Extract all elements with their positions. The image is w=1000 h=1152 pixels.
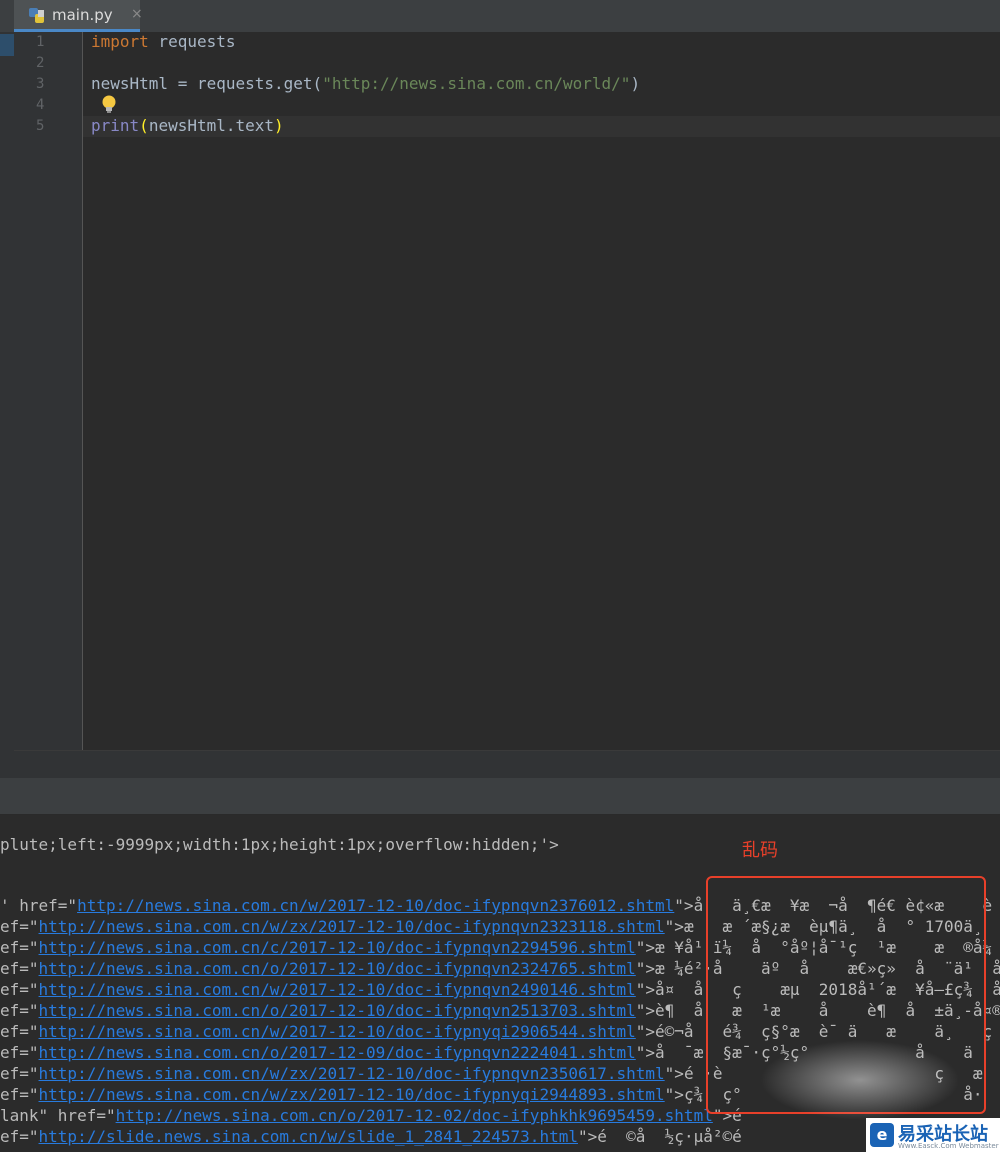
- watermark: e 易采站长站 Www.Easck.Com Webmaster: [866, 1118, 1000, 1152]
- close-paren: ): [630, 74, 641, 93]
- tool-window-strip: [0, 32, 14, 778]
- url-string: "http://news.sina.com.cn/world/": [322, 74, 631, 93]
- annotation-label: 乱码: [742, 840, 778, 861]
- console-link[interactable]: http://news.sina.com.cn/w/2017-12-10/doc…: [39, 980, 636, 999]
- console-line: ef="http://slide.news.sina.com.cn/w/slid…: [0, 1127, 742, 1146]
- editor-tab-bar: main.py ×: [0, 0, 1000, 33]
- line-number: 1: [36, 34, 45, 50]
- console-link[interactable]: http://news.sina.com.cn/w/zx/2017-12-10/…: [39, 1085, 665, 1104]
- code-line-1: import requests: [91, 32, 236, 51]
- console-link[interactable]: http://news.sina.com.cn/w/2017-12-10/doc…: [39, 1022, 636, 1041]
- code-line-3: newsHtml = requests.get("http://news.sin…: [91, 74, 640, 93]
- console-link[interactable]: http://news.sina.com.cn/o/2017-12-09/doc…: [39, 1043, 636, 1062]
- console-link[interactable]: http://news.sina.com.cn/w/zx/2017-12-10/…: [39, 1064, 665, 1083]
- console-link[interactable]: http://news.sina.com.cn/w/2017-12-10/doc…: [77, 896, 674, 915]
- close-icon[interactable]: ×: [131, 6, 143, 22]
- console-link[interactable]: http://news.sina.com.cn/o/2017-12-10/doc…: [39, 1001, 636, 1020]
- line-number: 2: [36, 55, 45, 71]
- console-link[interactable]: http://news.sina.com.cn/c/2017-12-10/doc…: [39, 938, 636, 957]
- console-link[interactable]: http://slide.news.sina.com.cn/w/slide_1_…: [39, 1127, 578, 1146]
- active-line-marker: [0, 34, 14, 56]
- horizontal-scrollbar[interactable]: [14, 750, 1000, 779]
- console-link[interactable]: http://news.sina.com.cn/o/2017-12-10/doc…: [39, 959, 636, 978]
- lightbulb-icon[interactable]: [100, 94, 118, 114]
- module-name: requests: [148, 32, 236, 51]
- code-line-5: print(newsHtml.text): [91, 116, 284, 135]
- tab-main-py[interactable]: main.py ×: [14, 0, 143, 32]
- line-number: 3: [36, 76, 45, 92]
- print-argument: newsHtml.text: [148, 116, 275, 135]
- line-number: 5: [36, 118, 45, 134]
- open-bracket: (: [139, 116, 149, 135]
- console-link[interactable]: http://news.sina.com.cn/o/2017-12-02/doc…: [116, 1106, 713, 1125]
- keyword-import: import: [91, 32, 149, 51]
- tab-label: main.py: [52, 6, 113, 24]
- console-line: plute;left:-9999px;width:1px;height:1px;…: [0, 835, 559, 854]
- close-bracket: ): [274, 116, 284, 135]
- assignment: newsHtml = requests.get(: [91, 74, 323, 93]
- blurred-region: [760, 1040, 960, 1120]
- run-panel-header: [0, 778, 1000, 815]
- code-editor[interactable]: import requests newsHtml = requests.get(…: [83, 32, 1000, 750]
- garbled-text: ©å ½ç·µå²©é: [606, 1127, 742, 1146]
- builtin-print: print: [91, 116, 140, 135]
- line-number-gutter: 1 2 3 4 5: [14, 32, 83, 750]
- python-file-icon: [29, 8, 44, 23]
- console-link[interactable]: http://news.sina.com.cn/w/zx/2017-12-10/…: [39, 917, 665, 936]
- watermark-subtitle: Www.Easck.Com Webmaster: [898, 1142, 999, 1150]
- watermark-logo-icon: e: [870, 1123, 894, 1147]
- console-line: lank" href="http://news.sina.com.cn/o/20…: [0, 1106, 742, 1125]
- line-number: 4: [36, 97, 45, 113]
